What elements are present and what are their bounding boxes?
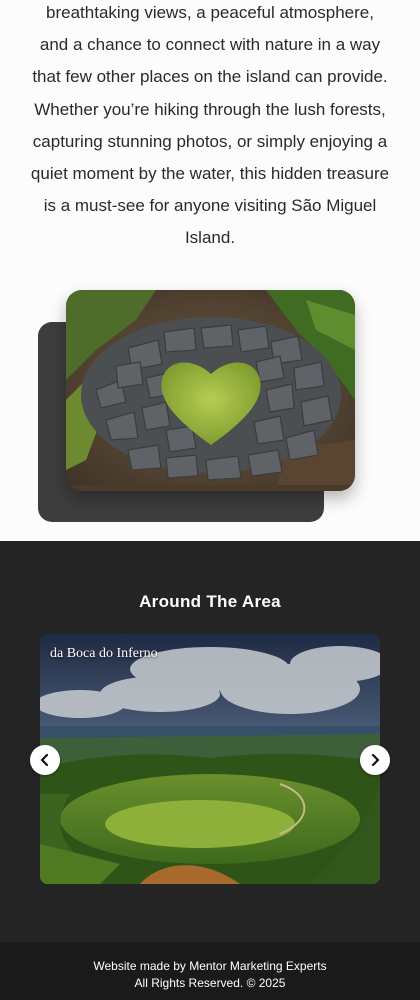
intro-line: is a must-see for anyone visiting São Mi… xyxy=(43,196,377,216)
section-title: Around The Area xyxy=(139,592,281,611)
intro-section: breathtaking views, a peaceful atmospher… xyxy=(0,0,420,541)
intro-line: that few other places on the island can … xyxy=(32,67,388,87)
site-footer: Website made by Mentor Marketing Experts… xyxy=(0,942,420,1000)
carousel-next-button[interactable] xyxy=(360,745,390,775)
intro-line: Island. xyxy=(184,228,236,248)
footer-credit: Website made by Mentor Marketing Experts xyxy=(93,959,327,973)
stone-heart-photo xyxy=(66,290,355,491)
intro-paragraph: breathtaking views, a peaceful atmospher… xyxy=(22,0,398,255)
landscape-photo xyxy=(40,634,380,884)
intro-line: and a chance to connect with nature in a… xyxy=(39,35,381,55)
intro-line: Whether you’re hiking through the lush f… xyxy=(34,99,386,119)
around-area-section: Around The Area da Boca do Inferno xyxy=(0,541,420,942)
chevron-left-icon xyxy=(40,753,49,767)
carousel-prev-button[interactable] xyxy=(30,745,60,775)
intro-line: quiet moment by the water, this hidden t… xyxy=(30,164,390,184)
footer-copyright: All Rights Reserved. © 2025 xyxy=(134,976,286,990)
chevron-right-icon xyxy=(371,753,380,767)
slide-caption: da Boca do Inferno xyxy=(50,646,158,661)
intro-line: breathtaking views, a peaceful atmospher… xyxy=(46,3,374,22)
intro-line: capturing stunning photos, or simply enj… xyxy=(32,131,388,151)
carousel-slide[interactable]: da Boca do Inferno xyxy=(40,634,380,884)
